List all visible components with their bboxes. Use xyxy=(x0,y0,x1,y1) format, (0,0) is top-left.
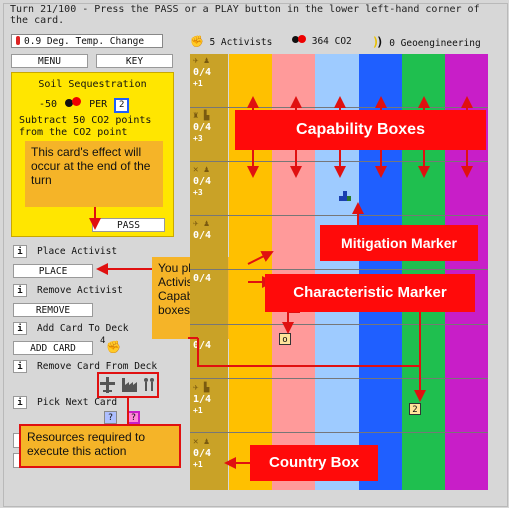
mitigation-marker-callout: Mitigation Marker xyxy=(320,225,478,261)
characteristic-marker-callout: Characteristic Marker xyxy=(265,274,475,312)
country-box-callout: Country Box xyxy=(250,445,378,481)
capability-boxes-callout: Capability Boxes xyxy=(235,110,486,150)
